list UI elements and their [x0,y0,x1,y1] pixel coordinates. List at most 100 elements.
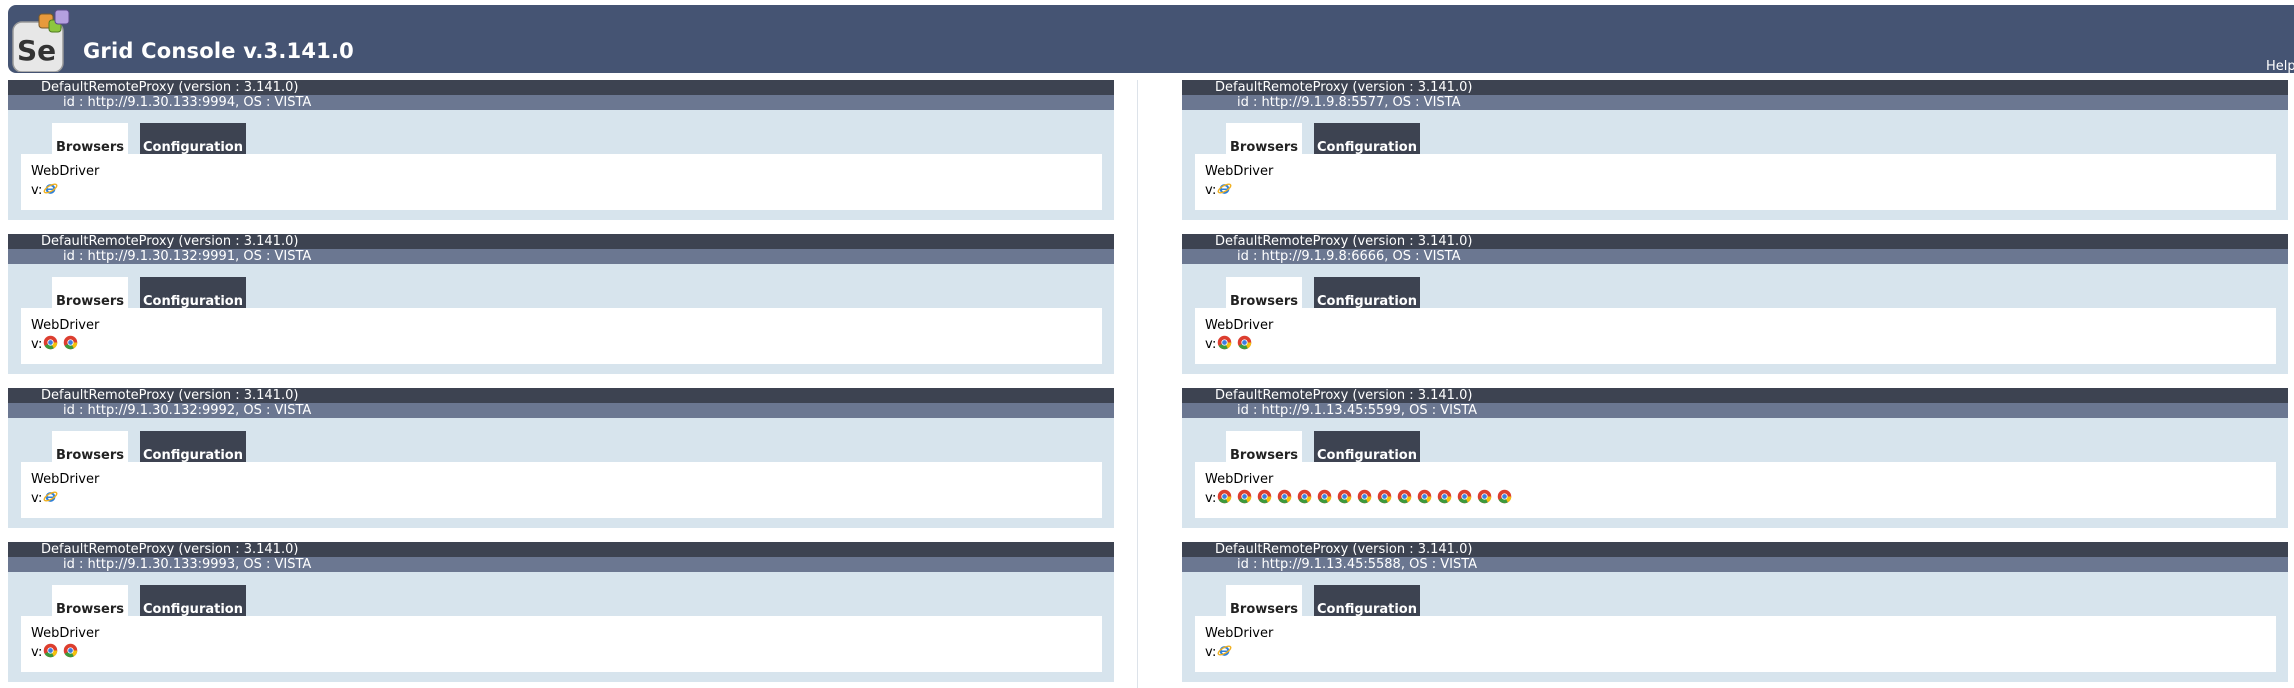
chrome-icon[interactable] [1217,335,1232,350]
internet-explorer-icon[interactable] [1217,181,1232,196]
webdriver-label: WebDriver [31,626,100,641]
header-bar: Se Grid Console v.3.141.0 Help [8,5,2294,74]
browser-icons [1217,335,1257,354]
page-title: Grid Console v.3.141.0 [83,39,354,63]
tab-browsers[interactable]: Browsers [52,123,128,155]
chrome-icon[interactable] [1297,489,1312,504]
chrome-icon[interactable] [1497,489,1512,504]
chrome-icon[interactable] [1317,489,1332,504]
chrome-icon[interactable] [1237,335,1252,350]
proxy-id: id : http://9.1.30.132:9991, OS : VISTA [8,249,1114,264]
proxy-panel: DefaultRemoteProxy (version : 3.141.0) id… [8,388,1114,528]
chrome-icon[interactable] [1437,489,1452,504]
tab-configuration[interactable]: Configuration [140,585,246,617]
version-prefix: v: [31,490,43,506]
browser-icons [43,643,83,662]
chrome-icon[interactable] [1277,489,1292,504]
browsers-content: WebDriver v: [1195,308,2276,364]
tab-browsers[interactable]: Browsers [52,431,128,463]
proxy-title: DefaultRemoteProxy (version : 3.141.0) [8,388,1114,403]
browser-version-line: v: [1205,182,1237,198]
webdriver-label: WebDriver [31,164,100,179]
chrome-icon[interactable] [1337,489,1352,504]
browsers-content: WebDriver v: [1195,462,2276,518]
chrome-icon[interactable] [63,643,78,658]
webdriver-label: WebDriver [31,472,100,487]
proxy-panel: DefaultRemoteProxy (version : 3.141.0) id… [1182,80,2288,220]
browser-version-line: v: [31,335,83,354]
webdriver-label: WebDriver [1205,626,1274,641]
version-prefix: v: [31,644,43,660]
proxy-id: id : http://9.1.30.132:9992, OS : VISTA [8,403,1114,418]
chrome-icon[interactable] [1257,489,1272,504]
browser-version-line: v: [1205,644,1237,660]
chrome-icon[interactable] [43,643,58,658]
browsers-content: WebDriver v: [21,462,1102,518]
proxy-id: id : http://9.1.30.133:9994, OS : VISTA [8,95,1114,110]
browsers-content: WebDriver v: [21,616,1102,672]
webdriver-label: WebDriver [1205,164,1274,179]
proxy-panel: DefaultRemoteProxy (version : 3.141.0) id… [1182,388,2288,528]
version-prefix: v: [1205,182,1217,198]
chrome-icon[interactable] [1217,489,1232,504]
help-link[interactable]: Help [2266,59,2294,74]
tab-browsers[interactable]: Browsers [1226,585,1302,617]
version-prefix: v: [1205,336,1217,352]
tab-configuration[interactable]: Configuration [1314,277,1420,309]
proxy-title: DefaultRemoteProxy (version : 3.141.0) [1182,542,2288,557]
proxy-title: DefaultRemoteProxy (version : 3.141.0) [1182,80,2288,95]
tab-configuration[interactable]: Configuration [140,123,246,155]
internet-explorer-icon[interactable] [1217,643,1232,658]
tab-browsers[interactable]: Browsers [52,277,128,309]
proxy-title: DefaultRemoteProxy (version : 3.141.0) [8,542,1114,557]
tab-configuration[interactable]: Configuration [1314,431,1420,463]
proxy-title: DefaultRemoteProxy (version : 3.141.0) [8,80,1114,95]
version-prefix: v: [1205,490,1217,506]
chrome-icon[interactable] [1397,489,1412,504]
proxy-title: DefaultRemoteProxy (version : 3.141.0) [1182,388,2288,403]
browser-icons [43,335,83,354]
internet-explorer-icon[interactable] [43,489,58,504]
tab-configuration[interactable]: Configuration [1314,123,1420,155]
proxy-id: id : http://9.1.13.45:5588, OS : VISTA [1182,557,2288,572]
webdriver-label: WebDriver [1205,318,1274,333]
browsers-content: WebDriver v: [21,154,1102,210]
column-divider [1137,80,1138,688]
browser-version-line: v: [31,182,63,198]
version-prefix: v: [1205,644,1217,660]
chrome-icon[interactable] [1477,489,1492,504]
tab-browsers[interactable]: Browsers [52,585,128,617]
chrome-icon[interactable] [63,335,78,350]
internet-explorer-icon[interactable] [43,181,58,196]
proxy-id: id : http://9.1.9.8:5577, OS : VISTA [1182,95,2288,110]
browser-version-line: v: [1205,489,1517,506]
version-prefix: v: [31,336,43,352]
proxy-panel: DefaultRemoteProxy (version : 3.141.0) id… [8,234,1114,374]
chrome-icon[interactable] [1457,489,1472,504]
chrome-icon[interactable] [43,335,58,350]
proxy-panel: DefaultRemoteProxy (version : 3.141.0) id… [8,542,1114,682]
chrome-icon[interactable] [1417,489,1432,504]
chrome-icon[interactable] [1237,489,1252,504]
tab-configuration[interactable]: Configuration [140,277,246,309]
browser-version-line: v: [1205,335,1257,354]
selenium-logo: Se [12,9,70,72]
webdriver-label: WebDriver [31,318,100,333]
tab-browsers[interactable]: Browsers [1226,431,1302,463]
tab-browsers[interactable]: Browsers [1226,123,1302,155]
browsers-content: WebDriver v: [1195,154,2276,210]
browser-icons [43,181,63,200]
chrome-icon[interactable] [1357,489,1372,504]
chrome-icon[interactable] [1377,489,1392,504]
proxy-panel: DefaultRemoteProxy (version : 3.141.0) id… [1182,542,2288,682]
browsers-content: WebDriver v: [1195,616,2276,672]
browsers-content: WebDriver v: [21,308,1102,364]
tab-browsers[interactable]: Browsers [1226,277,1302,309]
proxy-id: id : http://9.1.30.133:9993, OS : VISTA [8,557,1114,572]
webdriver-label: WebDriver [1205,472,1274,487]
tab-configuration[interactable]: Configuration [140,431,246,463]
browser-version-line: v: [31,643,83,662]
proxy-panel: DefaultRemoteProxy (version : 3.141.0) id… [8,80,1114,220]
tab-configuration[interactable]: Configuration [1314,585,1420,617]
proxy-id: id : http://9.1.13.45:5599, OS : VISTA [1182,403,2288,418]
